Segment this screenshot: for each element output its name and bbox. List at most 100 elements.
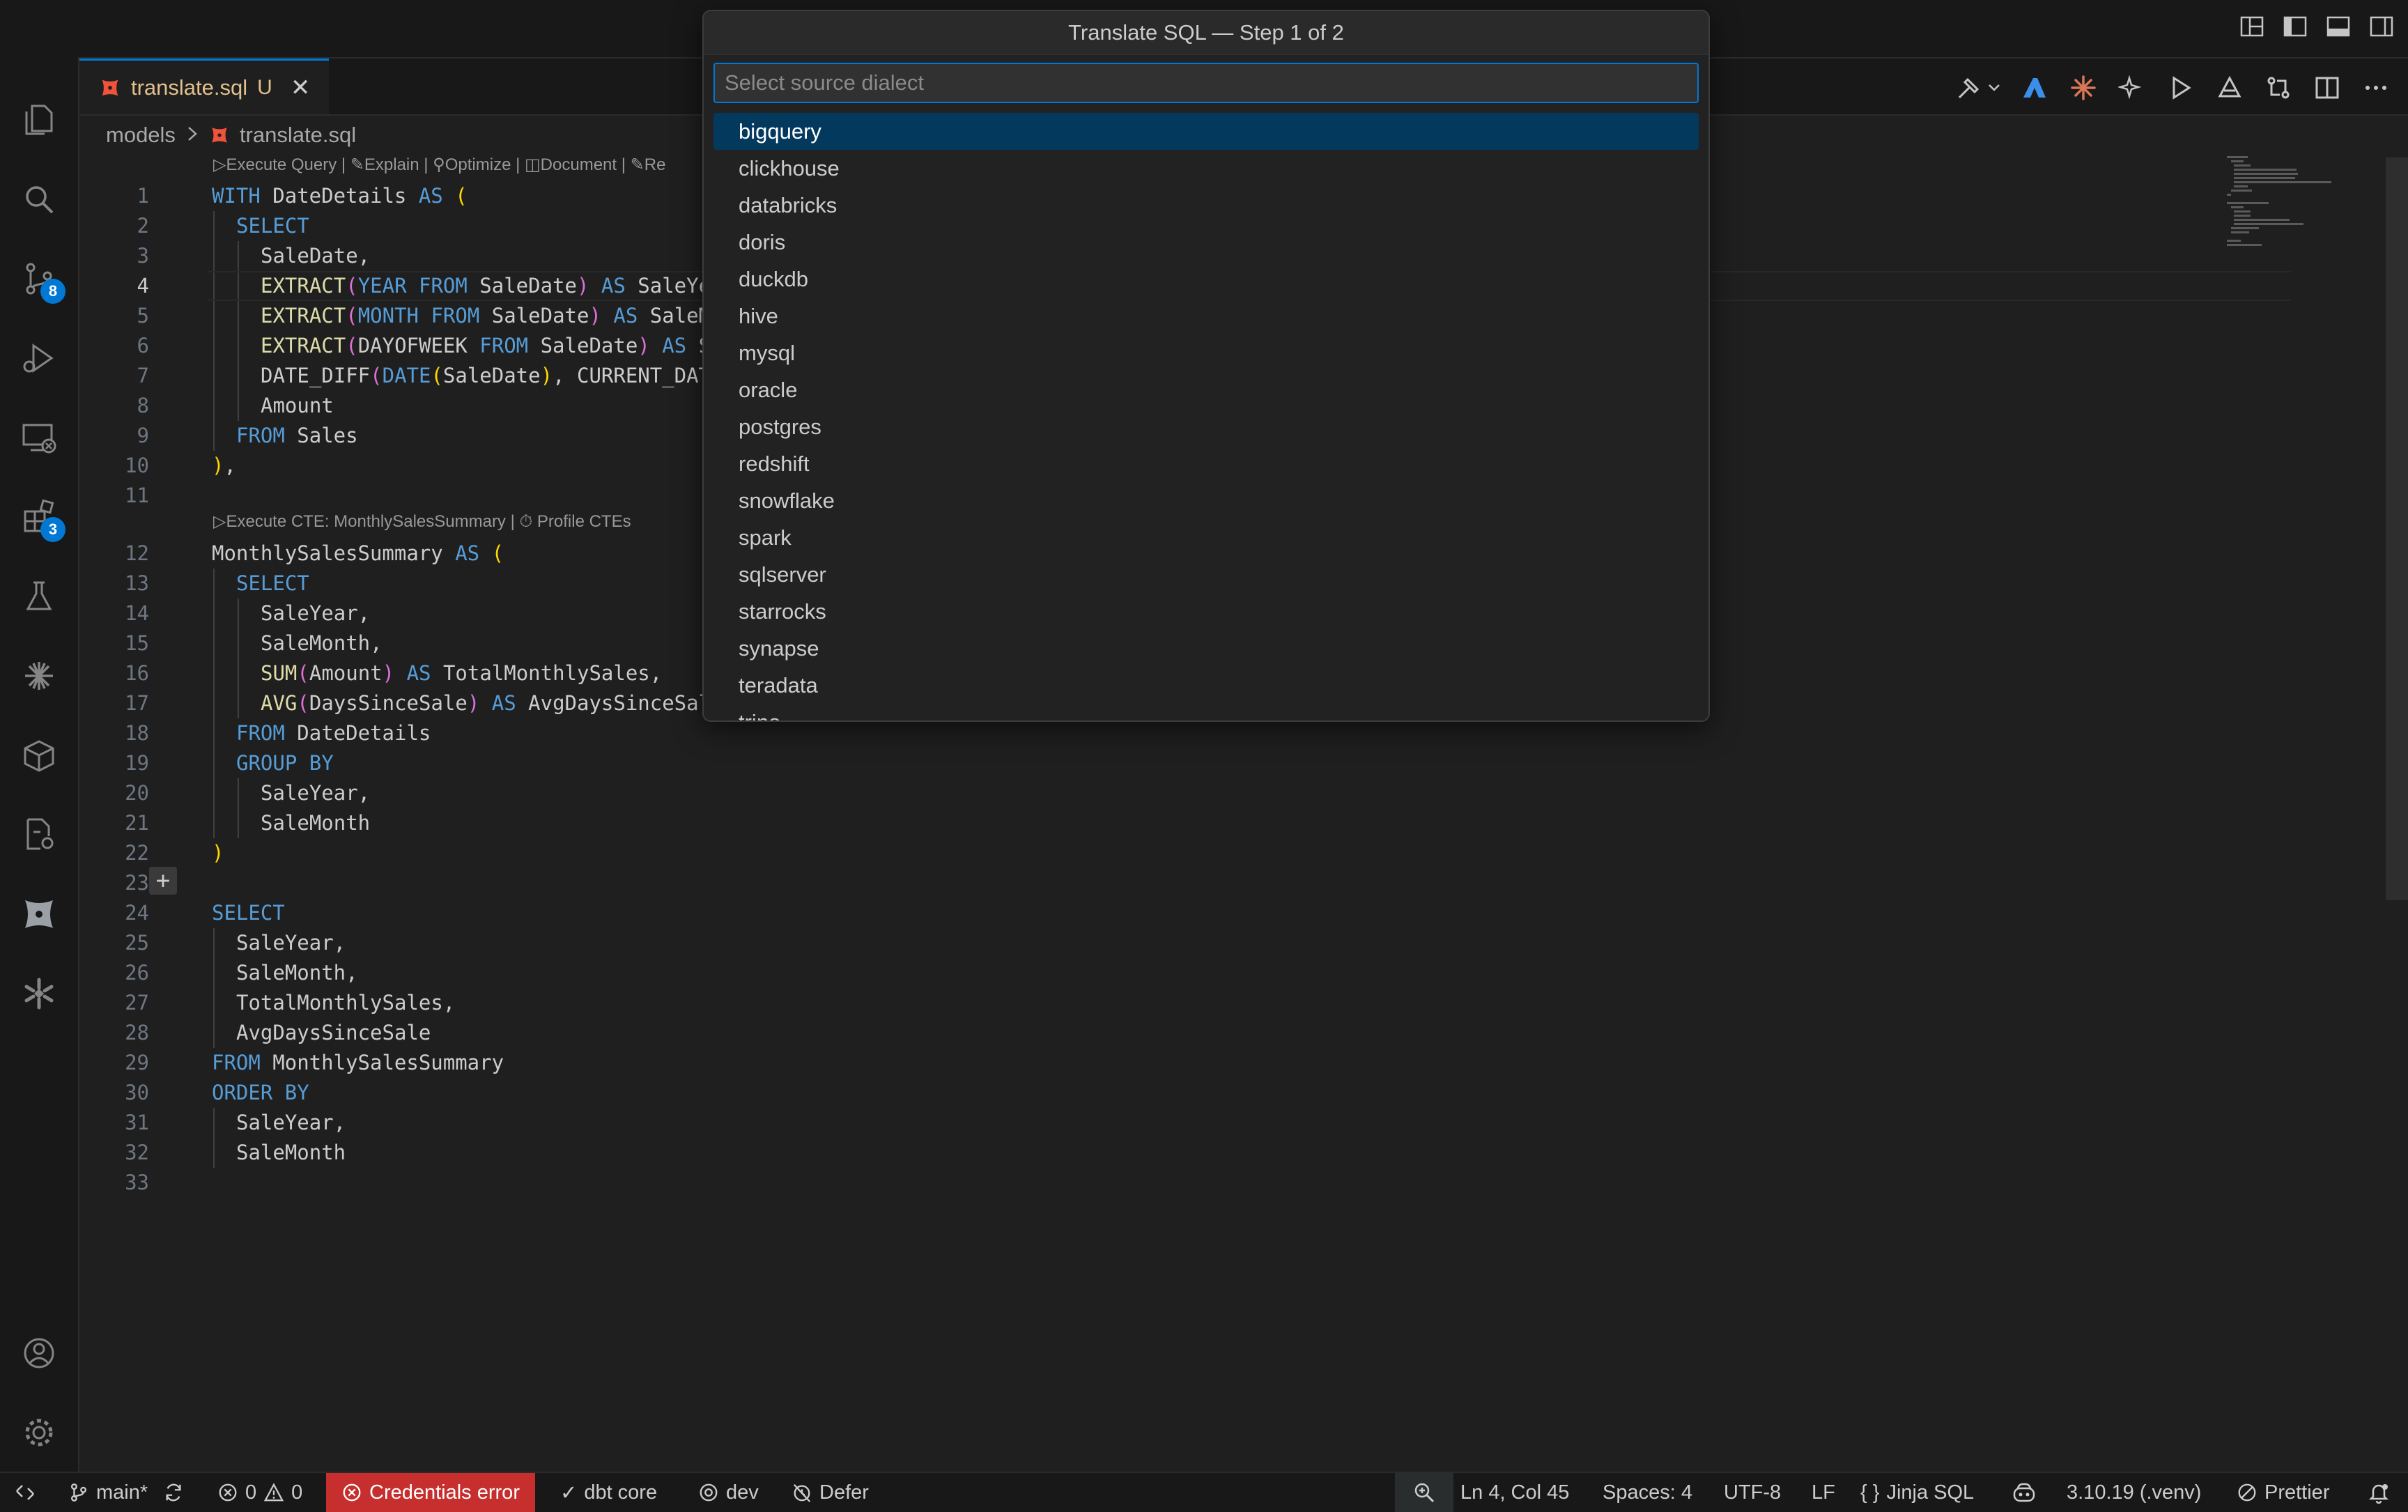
code-line[interactable]: 32 SaleMonth [79,1138,2253,1168]
claude-icon[interactable] [2068,72,2099,103]
codelens-query-actions[interactable]: ▷Execute Query | ✎Explain | ⚲Optimize | … [213,155,665,175]
dialect-option-hive[interactable]: hive [713,298,1699,334]
chevron-down-icon[interactable] [1987,72,2001,103]
close-icon[interactable]: ✕ [291,74,311,102]
zoom-icon[interactable] [1395,1473,1453,1512]
code-line[interactable]: 19 GROUP BY [79,748,2253,778]
more-actions-icon[interactable] [2361,72,2391,103]
dialect-option-clickhouse[interactable]: clickhouse [713,150,1699,187]
compare-changes-icon[interactable] [2263,72,2294,103]
dialect-option-trino[interactable]: trino [713,704,1699,720]
customize-layout-icon[interactable] [2238,13,2266,40]
sync-icon[interactable] [163,1482,184,1503]
dialect-option-teradata[interactable]: teradata [713,667,1699,704]
package-icon[interactable] [0,720,78,790]
snowflake-icon[interactable] [0,959,78,1028]
source-control-icon[interactable]: 8 [0,244,78,314]
dialect-option-synapse[interactable]: synapse [713,630,1699,667]
line-number: 19 [125,751,149,775]
chevron-right-icon [185,123,199,148]
defer-status[interactable]: Defer [792,1473,869,1512]
code-line[interactable]: 31 SaleYear, [79,1108,2253,1138]
code-token: ) [467,691,480,715]
python-interpreter-status[interactable]: 3.10.19 (.venv) [2067,1473,2201,1512]
dialect-option-spark[interactable]: spark [713,519,1699,556]
code-line[interactable]: 23 [79,868,2253,898]
line-code: SaleYear, [261,778,370,808]
code-line[interactable]: 20 SaleYear, [79,778,2253,808]
dialect-option-bigquery[interactable]: bigquery [713,113,1699,150]
dialect-option-postgres[interactable]: postgres [713,408,1699,445]
dialect-option-duckdb[interactable]: duckdb [713,261,1699,298]
extensions-icon[interactable]: 3 [0,482,78,552]
code-token: , [224,454,236,477]
breadcrumb-folder[interactable]: models [106,123,176,148]
dialect-option-oracle[interactable]: oracle [713,371,1699,408]
target-status[interactable]: dev [698,1473,759,1512]
line-code: EXTRACT(YEAR FROM SaleDate) AS SaleYe [261,271,711,301]
run-debug-icon[interactable] [0,323,78,393]
dialect-option-starrocks[interactable]: starrocks [713,593,1699,630]
copilot-icon[interactable] [2011,1473,2037,1512]
add-cell-plus-icon[interactable]: + [149,867,177,895]
dialect-option-snowflake[interactable]: snowflake [713,482,1699,519]
indentation-status[interactable]: Spaces: 4 [1603,1473,1692,1512]
code-line[interactable]: 25 SaleYear, [79,928,2253,958]
code-line[interactable]: 29 FROM MonthlySalesSummary [79,1048,2253,1078]
dialect-option-redshift[interactable]: redshift [713,445,1699,482]
breadcrumb-file[interactable]: translate.sql [240,123,356,148]
error-icon [219,1483,237,1502]
hammer-icon[interactable] [1954,72,1984,103]
notifications-bell-icon[interactable] [2368,1473,2390,1512]
code-token: EXTRACT [261,304,346,327]
dialect-option-databricks[interactable]: databricks [713,187,1699,224]
dialect-option-mysql[interactable]: mysql [713,334,1699,371]
problems-status[interactable]: 0 0 [217,1473,302,1512]
accounts-icon[interactable] [0,1318,78,1388]
toggle-panel-icon[interactable] [2324,13,2352,40]
remote-indicator-icon[interactable] [14,1473,36,1512]
dbt-core-status[interactable]: ✓ dbt core [560,1473,657,1512]
code-line[interactable]: 27 TotalMonthlySales, [79,988,2253,1018]
dialect-option-doris[interactable]: doris [713,224,1699,261]
tab-translate-sql[interactable]: translate.sql U ✕ [79,59,329,114]
toggle-primary-sidebar-icon[interactable] [2281,13,2309,40]
explorer-icon[interactable] [0,85,78,155]
testing-icon[interactable] [0,562,78,631]
code-token: ( [370,364,383,387]
toggle-secondary-sidebar-icon[interactable] [2368,13,2395,40]
dialect-search-input[interactable] [713,63,1699,103]
code-token: ( [431,364,443,387]
minimap[interactable] [2221,153,2354,251]
remote-explorer-icon[interactable] [0,403,78,472]
split-editor-icon[interactable] [2312,72,2343,103]
branch-status[interactable]: main* [68,1473,184,1512]
settings-sync-icon[interactable] [0,800,78,870]
code-line[interactable]: 22) [79,838,2253,868]
code-line[interactable]: 18 FROM DateDetails [79,718,2253,748]
dbt-icon[interactable] [0,879,78,949]
dialect-option-sqlserver[interactable]: sqlserver [713,556,1699,593]
run-icon[interactable] [2166,72,2196,103]
code-line[interactable]: 28 AvgDaysSinceSale [79,1018,2253,1048]
credentials-error-status[interactable]: Credentials error [326,1473,535,1512]
preview-icon[interactable] [2214,72,2245,103]
code-line[interactable]: 26 SaleMonth, [79,958,2253,988]
eol-status[interactable]: LF [1812,1473,1835,1512]
language-mode-status[interactable]: { } Jinja SQL [1860,1473,1974,1512]
manage-gear-icon[interactable] [0,1398,78,1467]
asterisk-icon[interactable] [0,641,78,711]
code-line[interactable]: 33 [79,1168,2253,1198]
code-line[interactable]: 21 SaleMonth [79,808,2253,838]
cursor-position[interactable]: Ln 4, Col 45 [1460,1473,1569,1512]
editor-scrollbar-thumb[interactable] [2386,157,2408,900]
encoding-status[interactable]: UTF-8 [1724,1473,1781,1512]
sparkle-icon[interactable] [2117,72,2147,103]
azure-icon[interactable] [2019,72,2050,103]
search-icon[interactable] [0,164,78,234]
code-line[interactable]: 24 SELECT [79,898,2253,928]
prettier-status[interactable]: Prettier [2237,1473,2329,1512]
language-label: Jinja SQL [1886,1481,1975,1504]
codelens-cte-actions[interactable]: ▷Execute CTE: MonthlySalesSummary | ⏱ Pr… [213,511,631,532]
code-line[interactable]: 30 ORDER BY [79,1078,2253,1108]
